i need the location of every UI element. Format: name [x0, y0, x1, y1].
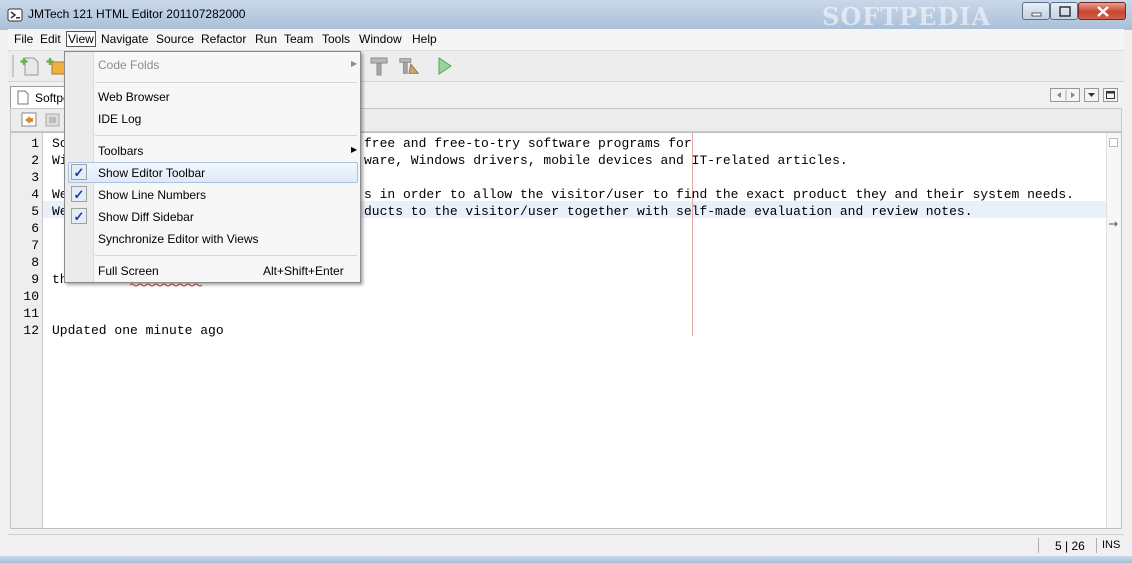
restore-icon [1059, 6, 1071, 17]
line-number: 11 [23, 306, 39, 321]
menu-help[interactable]: Help [410, 32, 439, 46]
menu-item-show-line-numbers[interactable]: Show Line Numbers [98, 188, 206, 202]
check-icon: ✓ [71, 208, 87, 224]
run-icon[interactable] [434, 56, 456, 76]
spellcheck-squiggle [130, 283, 203, 287]
code-line: Updated one minute ago [52, 323, 224, 338]
back-history-icon[interactable] [21, 112, 39, 128]
menu-bar: File Edit View Navigate Source Refactor … [8, 29, 1124, 51]
minimize-icon [1031, 12, 1042, 17]
menu-view[interactable]: View [66, 31, 96, 47]
file-tab[interactable]: Softpe [10, 86, 70, 108]
line-number: 2 [31, 153, 39, 168]
insert-mode[interactable]: INS [1102, 539, 1120, 551]
maximize-editor-button[interactable] [1103, 88, 1118, 102]
menu-item-show-diff-sidebar[interactable]: Show Diff Sidebar [98, 210, 194, 224]
window-icon [1106, 91, 1115, 99]
status-bar: 5 | 26 INS [8, 534, 1124, 556]
menu-navigate[interactable]: Navigate [99, 32, 150, 46]
code-line-tail: s in order to allow the visitor/user to … [364, 187, 1074, 202]
line-number: 10 [23, 289, 39, 304]
line-number: 4 [31, 187, 39, 202]
line-number: 1 [31, 136, 39, 151]
check-icon: ✓ [71, 164, 87, 180]
submenu-arrow-icon: ▶ [351, 145, 358, 154]
watermark-logo: SOFTPEDIA [822, 2, 992, 31]
tab-scroll-buttons[interactable] [1050, 88, 1080, 102]
code-line-tail: ducts to the visitor/user together with … [364, 204, 973, 219]
maximize-button[interactable] [1050, 2, 1078, 20]
menu-window[interactable]: Window [357, 32, 404, 46]
menu-item-ide-log[interactable]: IDE Log [98, 112, 141, 126]
line-number-gutter: 1 2 3 4 5 6 7 8 9 10 11 12 [11, 133, 43, 528]
menu-tools[interactable]: Tools [320, 32, 352, 46]
forward-history-icon[interactable] [45, 112, 61, 128]
error-stripe[interactable] [1106, 133, 1121, 528]
menu-item-synchronize[interactable]: Synchronize Editor with Views [98, 232, 259, 246]
line-number: 9 [31, 272, 39, 287]
line-number: 8 [31, 255, 39, 270]
submenu-arrow-icon: ▶ [351, 59, 358, 68]
menu-item-code-folds[interactable]: Code Folds [98, 58, 159, 72]
line-number: 12 [23, 323, 39, 338]
new-file-icon[interactable] [20, 56, 42, 76]
menu-run[interactable]: Run [253, 32, 279, 46]
close-icon [1097, 6, 1109, 17]
close-button[interactable] [1078, 2, 1126, 20]
code-line-tail: ware, Windows drivers, mobile devices an… [364, 153, 848, 168]
menu-separator [95, 82, 357, 83]
full-screen-shortcut: Alt+Shift+Enter [263, 264, 344, 278]
status-divider [1038, 538, 1039, 553]
app-icon [7, 8, 23, 22]
build-hammer-icon[interactable] [368, 56, 390, 76]
file-icon [17, 90, 29, 105]
menu-separator [95, 135, 357, 136]
menu-file[interactable]: File [12, 32, 35, 46]
line-number: 3 [31, 170, 39, 185]
line-number: 5 [31, 204, 39, 219]
cursor-position: 5 | 26 [1055, 539, 1085, 553]
status-divider [1096, 538, 1097, 553]
caret-marker-icon [1109, 221, 1118, 227]
line-number: 6 [31, 221, 39, 236]
menu-refactor[interactable]: Refactor [199, 32, 248, 46]
tab-list-button[interactable] [1084, 88, 1099, 102]
menu-item-web-browser[interactable]: Web Browser [98, 90, 170, 104]
stripe-box-icon [1109, 138, 1118, 147]
menu-separator [95, 255, 357, 256]
menu-item-full-screen[interactable]: Full Screen [98, 264, 159, 278]
chevron-down-icon [1088, 93, 1095, 97]
check-icon: ✓ [71, 186, 87, 202]
code-line-tail: free and free-to-try software programs f… [364, 136, 692, 151]
title-bar[interactable]: JMTech 121 HTML Editor 201107282000 SOFT… [0, 0, 1132, 31]
view-menu-dropdown: Code Folds ▶ Web Browser IDE Log Toolbar… [64, 51, 361, 283]
menu-item-toolbars[interactable]: Toolbars [98, 144, 143, 158]
line-number: 7 [31, 238, 39, 253]
minimize-button[interactable] [1022, 2, 1050, 20]
menu-source[interactable]: Source [154, 32, 196, 46]
clean-build-icon[interactable] [398, 56, 420, 76]
tab-scroll-arrows-icon [1057, 90, 1075, 100]
window-bottom-border [0, 556, 1132, 563]
toolbar-grip [12, 55, 14, 77]
menu-edit[interactable]: Edit [38, 32, 63, 46]
app-window: JMTech 121 HTML Editor 201107282000 SOFT… [0, 0, 1132, 563]
menu-item-show-editor-toolbar[interactable]: Show Editor Toolbar [98, 166, 205, 180]
window-title: JMTech 121 HTML Editor 201107282000 [28, 7, 246, 21]
menu-team[interactable]: Team [282, 32, 315, 46]
